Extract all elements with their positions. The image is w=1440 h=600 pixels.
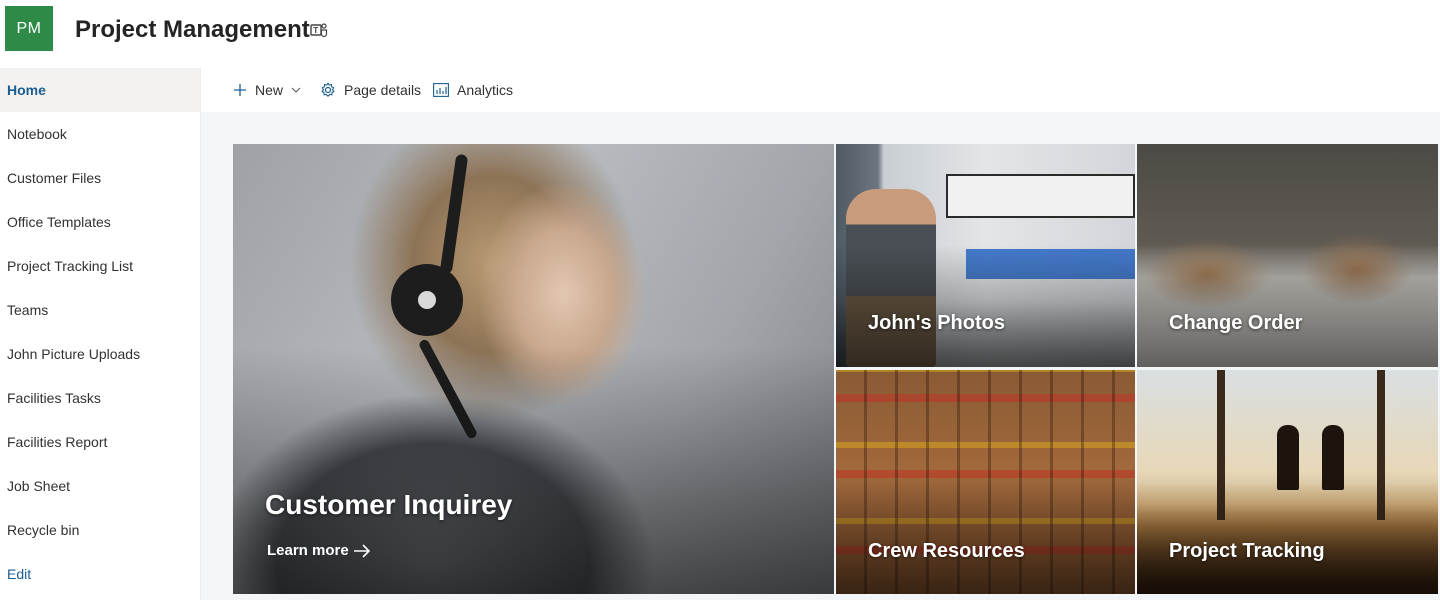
headset-band — [439, 153, 469, 275]
page-details-button[interactable]: Page details — [320, 68, 421, 112]
site-title[interactable]: Project Management — [75, 14, 310, 46]
command-bar: New Page details Analytics — [201, 68, 1440, 112]
learn-more-link[interactable]: Learn more — [267, 542, 371, 559]
site-logo[interactable]: PM — [5, 6, 53, 51]
nav-item-teams[interactable]: Teams — [0, 288, 200, 332]
learn-more-label: Learn more — [267, 542, 349, 559]
left-navigation: Home Notebook Customer Files Office Temp… — [0, 68, 201, 600]
nav-item-office-templates[interactable]: Office Templates — [0, 200, 200, 244]
plus-icon — [234, 84, 246, 96]
gear-icon — [321, 82, 335, 97]
tile-title-project-tracking: Project Tracking — [1169, 540, 1325, 562]
analytics-label: Analytics — [457, 82, 514, 98]
tile-title-johns-photos: John's Photos — [868, 312, 1005, 334]
nav-edit-link[interactable]: Edit — [0, 552, 200, 596]
truck-sign — [946, 174, 1135, 218]
hero-main-title: Customer Inquirey — [265, 489, 513, 520]
tile-title-crew-resources: Crew Resources — [868, 540, 1025, 562]
nav-item-john-picture-uploads[interactable]: John Picture Uploads — [0, 332, 200, 376]
hero-tile-project-tracking[interactable]: Project Tracking — [1137, 370, 1438, 594]
nav-item-recycle-bin[interactable]: Recycle bin — [0, 508, 200, 552]
nav-item-customer-files[interactable]: Customer Files — [0, 156, 200, 200]
analytics-button[interactable]: Analytics — [433, 68, 513, 112]
nav-item-home[interactable]: Home — [0, 68, 200, 112]
nav-item-facilities-report[interactable]: Facilities Report — [0, 420, 200, 464]
page-details-label: Page details — [344, 82, 422, 98]
analytics-icon — [433, 83, 449, 97]
arrow-right-icon — [353, 543, 370, 558]
hero-main-tile[interactable]: Customer Inquirey Learn more — [233, 144, 834, 594]
tile-title-change-order: Change Order — [1169, 312, 1303, 334]
nav-item-notebook[interactable]: Notebook — [0, 112, 200, 156]
new-button-label: New — [255, 82, 284, 98]
chevron-down-icon — [291, 87, 301, 93]
hero-tile-johns-photos[interactable]: John's Photos — [836, 144, 1135, 367]
hero-tile-change-order[interactable]: Change Order — [1137, 144, 1438, 367]
teams-icon[interactable]: T — [310, 21, 328, 39]
nav-item-job-sheet[interactable]: Job Sheet — [0, 464, 200, 508]
headset-earpiece — [391, 264, 463, 336]
page-content: Customer Inquirey Learn more John's Phot… — [201, 112, 1440, 600]
nav-item-project-tracking-list[interactable]: Project Tracking List — [0, 244, 200, 288]
site-header: PM Project Management T — [0, 0, 1440, 68]
svg-text:T: T — [313, 26, 318, 35]
nav-item-facilities-tasks[interactable]: Facilities Tasks — [0, 376, 200, 420]
new-button[interactable]: New — [233, 68, 301, 112]
hero-tile-crew-resources[interactable]: Crew Resources — [836, 370, 1135, 594]
